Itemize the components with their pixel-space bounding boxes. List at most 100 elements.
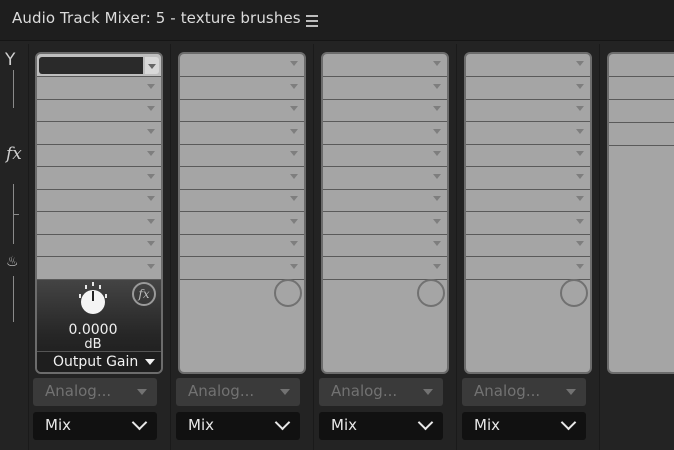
- dropdown-arrow-icon[interactable]: [290, 196, 298, 201]
- dropdown-arrow-icon[interactable]: [290, 128, 298, 134]
- insert-slot[interactable]: [37, 99, 161, 122]
- fx-bypass-icon[interactable]: fx: [132, 282, 156, 306]
- insert-slot[interactable]: [323, 167, 447, 190]
- dropdown-arrow-icon[interactable]: [576, 61, 584, 66]
- insert-slot[interactable]: [180, 234, 304, 257]
- dropdown-arrow-icon[interactable]: [290, 173, 298, 179]
- insert-slot[interactable]: [180, 77, 304, 100]
- insert-slot[interactable]: [323, 122, 447, 145]
- dropdown-arrow-icon[interactable]: [147, 196, 155, 201]
- insert-slot[interactable]: [323, 77, 447, 100]
- dropdown-arrow-icon[interactable]: [148, 64, 156, 69]
- chevron-down-icon[interactable]: [417, 414, 434, 431]
- insert-slot[interactable]: [37, 122, 161, 145]
- insert-slot[interactable]: [323, 144, 447, 167]
- chevron-down-icon[interactable]: [274, 414, 291, 431]
- insert-slot[interactable]: [37, 189, 161, 212]
- dropdown-arrow-icon[interactable]: [576, 241, 584, 246]
- insert-slot[interactable]: [466, 167, 590, 190]
- insert-slot[interactable]: [37, 77, 161, 100]
- dropdown-arrow-icon[interactable]: [147, 263, 155, 269]
- chevron-down-icon[interactable]: [131, 414, 148, 431]
- insert-slot[interactable]: [37, 167, 161, 190]
- insert-slot[interactable]: [323, 234, 447, 257]
- insert-slot[interactable]: [466, 122, 590, 145]
- insert-slot[interactable]: [323, 189, 447, 212]
- dropdown-arrow-icon[interactable]: [423, 389, 433, 395]
- insert-slot[interactable]: [609, 100, 674, 123]
- dropdown-arrow-icon[interactable]: [433, 61, 441, 66]
- input-select[interactable]: Analog...: [462, 378, 586, 406]
- insert-slot[interactable]: [180, 189, 304, 212]
- insert-slot[interactable]: [180, 144, 304, 167]
- insert-slot[interactable]: [180, 54, 304, 77]
- dropdown-arrow-icon[interactable]: [433, 106, 441, 111]
- dropdown-arrow-icon[interactable]: [433, 218, 441, 224]
- dropdown-arrow-icon[interactable]: [576, 173, 584, 179]
- dropdown-arrow-icon[interactable]: [576, 218, 584, 224]
- dropdown-arrow-icon[interactable]: [576, 196, 584, 201]
- insert-slot[interactable]: [37, 234, 161, 257]
- panel-menu-icon[interactable]: [306, 12, 318, 27]
- insert-slot[interactable]: [323, 99, 447, 122]
- insert-slot[interactable]: [323, 212, 447, 235]
- insert-slot[interactable]: [180, 257, 304, 280]
- chevron-down-icon[interactable]: [560, 414, 577, 431]
- send-knob[interactable]: [274, 279, 302, 307]
- insert-slot[interactable]: [37, 54, 161, 77]
- insert-slot[interactable]: [466, 144, 590, 167]
- insert-slot[interactable]: [37, 257, 161, 280]
- dropdown-arrow-icon[interactable]: [576, 128, 584, 134]
- send-knob[interactable]: [560, 279, 588, 307]
- insert-slot[interactable]: [180, 212, 304, 235]
- insert-slot[interactable]: [466, 99, 590, 122]
- dropdown-arrow-icon[interactable]: [433, 173, 441, 179]
- dropdown-arrow-icon[interactable]: [290, 106, 298, 111]
- dropdown-arrow-icon[interactable]: [433, 241, 441, 246]
- insert-slot[interactable]: [609, 123, 674, 146]
- dropdown-arrow-icon[interactable]: [280, 389, 290, 395]
- mode-select[interactable]: Mix: [33, 412, 157, 440]
- insert-slot[interactable]: [323, 54, 447, 77]
- dropdown-arrow-icon[interactable]: [433, 83, 441, 89]
- dropdown-arrow-icon[interactable]: [576, 83, 584, 89]
- dropdown-arrow-icon[interactable]: [290, 83, 298, 89]
- dropdown-arrow-icon[interactable]: [147, 106, 155, 111]
- mode-select[interactable]: Mix: [319, 412, 443, 440]
- dropdown-arrow-icon[interactable]: [147, 241, 155, 246]
- insert-slot[interactable]: [466, 54, 590, 77]
- dropdown-arrow-icon[interactable]: [290, 263, 298, 269]
- insert-slot[interactable]: [466, 234, 590, 257]
- dropdown-arrow-icon[interactable]: [566, 389, 576, 395]
- mode-select[interactable]: Mix: [176, 412, 300, 440]
- insert-slot[interactable]: [466, 257, 590, 280]
- input-select[interactable]: Analog...: [319, 378, 443, 406]
- dropdown-arrow-icon[interactable]: [433, 263, 441, 269]
- gain-knob[interactable]: [81, 290, 105, 314]
- dropdown-arrow-icon[interactable]: [147, 151, 155, 156]
- dropdown-arrow-icon[interactable]: [147, 173, 155, 179]
- insert-slot[interactable]: [609, 54, 674, 77]
- dropdown-arrow-icon[interactable]: [137, 389, 147, 395]
- insert-slot[interactable]: [609, 77, 674, 100]
- insert-slot[interactable]: [37, 144, 161, 167]
- dropdown-arrow-icon[interactable]: [145, 359, 155, 365]
- dropdown-arrow-icon[interactable]: [290, 241, 298, 246]
- dropdown-arrow-icon[interactable]: [576, 263, 584, 269]
- insert-slot[interactable]: [323, 257, 447, 280]
- gain-value[interactable]: 0.0000: [37, 322, 149, 338]
- dropdown-arrow-icon[interactable]: [290, 61, 298, 66]
- insert-slot[interactable]: [37, 212, 161, 235]
- dropdown-arrow-icon[interactable]: [433, 151, 441, 156]
- input-select[interactable]: Analog...: [33, 378, 157, 406]
- insert-slot[interactable]: [180, 99, 304, 122]
- insert-slot[interactable]: [466, 77, 590, 100]
- insert-selector[interactable]: [39, 57, 143, 74]
- mode-select[interactable]: Mix: [462, 412, 586, 440]
- dropdown-arrow-icon[interactable]: [290, 151, 298, 156]
- dropdown-arrow-icon[interactable]: [576, 106, 584, 111]
- insert-slot[interactable]: [466, 189, 590, 212]
- dropdown-arrow-icon[interactable]: [290, 218, 298, 224]
- gain-parameter-select[interactable]: Output Gain: [37, 351, 161, 372]
- dropdown-arrow-icon[interactable]: [433, 128, 441, 134]
